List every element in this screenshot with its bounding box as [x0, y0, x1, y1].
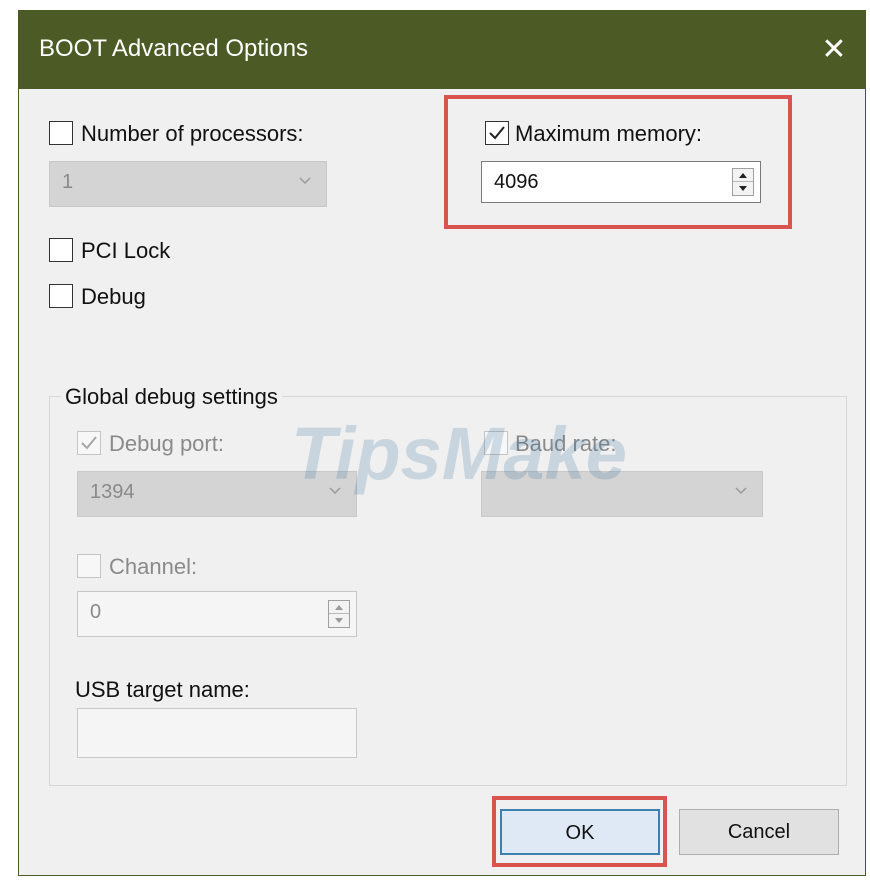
debug-port-select[interactable]: 1394	[77, 471, 357, 517]
baud-rate-label: Baud rate:	[515, 431, 617, 456]
max-memory-spinner[interactable]	[732, 168, 754, 196]
debug-port-checkbox[interactable]	[77, 431, 101, 455]
processors-checkbox[interactable]	[49, 121, 73, 145]
debug-label: Debug	[81, 284, 146, 309]
spin-down-button[interactable]	[733, 182, 753, 195]
pci-lock-label: PCI Lock	[81, 238, 171, 263]
boot-advanced-options-dialog: BOOT Advanced Options ✕ Number of proces…	[18, 10, 866, 876]
channel-spinbox[interactable]: 0	[77, 591, 357, 637]
processors-select-value: 1	[62, 171, 74, 193]
baud-rate-select[interactable]	[481, 471, 763, 517]
debug-checkbox[interactable]	[49, 284, 73, 308]
max-memory-checkbox[interactable]	[485, 121, 509, 145]
chevron-down-icon	[735, 487, 747, 495]
ok-button[interactable]: OK	[500, 809, 660, 855]
baud-rate-checkbox[interactable]	[484, 431, 508, 455]
title-bar[interactable]: BOOT Advanced Options ✕	[19, 11, 865, 89]
channel-spinner[interactable]	[328, 600, 350, 628]
pci-lock-checkbox[interactable]	[49, 238, 73, 262]
channel-value: 0	[90, 601, 102, 623]
max-memory-value: 4096	[494, 171, 539, 193]
chevron-down-icon	[299, 177, 311, 185]
channel-checkbox[interactable]	[77, 554, 101, 578]
debug-port-label: Debug port:	[109, 431, 224, 456]
close-button[interactable]: ✕	[813, 29, 855, 71]
debug-port-select-value: 1394	[90, 481, 135, 503]
checkmark-icon	[489, 126, 505, 140]
spin-down-button[interactable]	[329, 614, 349, 627]
arrow-down-icon	[335, 618, 343, 623]
arrow-up-icon	[739, 173, 747, 178]
processors-select[interactable]: 1	[49, 161, 327, 207]
checkmark-icon	[81, 436, 97, 450]
spin-up-button[interactable]	[329, 601, 349, 614]
cancel-button[interactable]: Cancel	[679, 809, 839, 855]
close-icon: ✕	[821, 33, 847, 66]
channel-label: Channel:	[109, 554, 198, 579]
usb-target-name-input[interactable]	[77, 708, 357, 758]
arrow-down-icon	[739, 186, 747, 191]
chevron-down-icon	[329, 487, 341, 495]
max-memory-label: Maximum memory:	[515, 121, 703, 146]
global-debug-settings-label: Global debug settings	[61, 384, 282, 410]
arrow-up-icon	[335, 605, 343, 610]
max-memory-spinbox[interactable]: 4096	[481, 161, 761, 203]
usb-target-name-label: USB target name:	[75, 677, 250, 702]
spin-up-button[interactable]	[733, 169, 753, 182]
processors-label: Number of processors:	[81, 121, 304, 146]
window-title: BOOT Advanced Options	[39, 35, 309, 62]
